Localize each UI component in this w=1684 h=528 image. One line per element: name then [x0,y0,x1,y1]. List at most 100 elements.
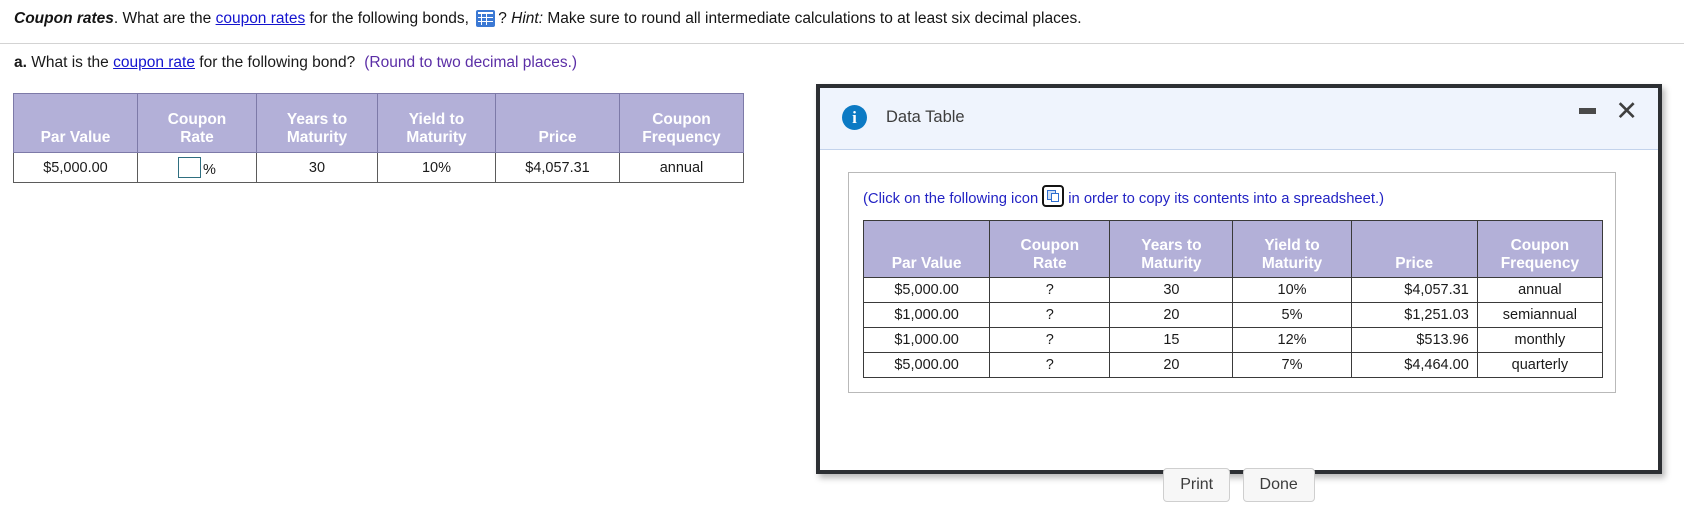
coupon-rate-input[interactable] [178,157,202,178]
header-line-1: Yield to [1264,237,1320,254]
header-line-1: Yield to [408,111,465,128]
print-button[interactable]: Print [1163,468,1231,502]
part-a-letter: a. [14,54,27,71]
question-text-1: . What are the [113,10,216,27]
header-line-2: Rate [180,129,214,146]
table-row: $5,000.00 % 30 10% $4,057.31 annual [13,152,744,183]
question-text-3: ? [498,10,512,27]
table-header-row: Par Value Coupon Rate Years to Maturity … [13,93,744,153]
spreadsheet-grid-icon[interactable] [476,10,496,27]
copy-text-before: (Click on the following icon [863,191,1039,207]
table-row: $1,000.00 ? 20 5% $1,251.03 semiannual [862,302,1604,328]
cell-price: $513.96 [1350,327,1478,353]
cell-price: $1,251.03 [1350,302,1478,328]
cell-coupon-rate-answer[interactable]: % [137,152,257,183]
info-icon: i [842,105,867,130]
header-line-2: Maturity [1141,255,1202,272]
column-header-coupon-rate: Coupon Rate [137,93,257,153]
cell-par-value: $1,000.00 [862,302,991,328]
copy-instruction: (Click on the following icon in order to … [863,185,1601,209]
minimize-icon[interactable] [1579,108,1596,114]
bonds-data-table: Par Value Coupon Rate Years to Maturity … [862,220,1604,378]
cell-years-to-maturity: 20 [1109,302,1234,328]
cell-coupon-rate: ? [989,352,1111,378]
column-header-yield-to-maturity: Yield to Maturity [1232,220,1352,278]
dialog-title: Data Table [886,108,965,126]
table-row: $1,000.00 ? 15 12% $513.96 monthly [862,327,1604,353]
column-header-coupon-frequency: Coupon Frequency [619,93,744,153]
cell-coupon-frequency: semiannual [1476,302,1604,328]
table-row: $5,000.00 ? 30 10% $4,057.31 annual [862,277,1604,303]
cell-years-to-maturity: 15 [1109,327,1234,353]
cell-par-value: $5,000.00 [862,277,991,303]
cell-price: $4,057.31 [1350,277,1478,303]
header-line-1: Coupon [1510,237,1570,254]
copy-text-after: in order to copy its contents into a spr… [1068,191,1385,207]
header-line-2: Par Value [40,129,111,146]
coupon-rate-link[interactable]: coupon rate [113,54,195,71]
rounding-instruction: (Round to two decimal places.) [364,54,578,71]
cell-coupon-frequency: annual [619,152,744,183]
header-line-2: Frequency [642,129,721,146]
column-header-years-to-maturity: Years to Maturity [1109,220,1234,278]
header-line-1: Coupon [1020,237,1080,254]
cell-yield-to-maturity: 7% [1232,352,1352,378]
part-a-text-1: What is the [26,54,114,71]
header-line-2: Rate [1032,255,1067,272]
part-a-prompt: a. What is the coupon rate for the follo… [14,52,577,74]
close-icon[interactable]: ✕ [1615,98,1638,125]
column-header-coupon-frequency: Coupon Frequency [1476,220,1604,278]
cell-price: $4,057.31 [495,152,620,183]
column-header-price: Price [495,93,620,153]
header-line-1: Coupon [652,111,711,128]
cell-yield-to-maturity: 10% [377,152,496,183]
cell-coupon-frequency: quarterly [1476,352,1604,378]
question-prompt: Coupon rates. What are the coupon rates … [14,8,1082,30]
dialog-footer: Print Done [820,468,1658,502]
cell-par-value: $1,000.00 [862,327,991,353]
percent-sign: % [203,162,216,178]
cell-coupon-frequency: monthly [1476,327,1604,353]
question-title: Coupon rates [14,10,114,27]
cell-yield-to-maturity: 5% [1232,302,1352,328]
cell-coupon-rate: ? [989,327,1111,353]
header-line-2: Price [1395,255,1434,272]
header-line-1: Coupon [167,111,227,128]
data-table-dialog: i Data Table ✕ (Click on the following i… [816,84,1662,502]
cell-coupon-rate: ? [989,277,1111,303]
cell-yield-to-maturity: 12% [1232,327,1352,353]
done-button[interactable]: Done [1242,468,1315,502]
coupon-rates-link[interactable]: coupon rates [216,10,306,27]
cell-coupon-frequency: annual [1476,277,1604,303]
table-row: $5,000.00 ? 20 7% $4,464.00 quarterly [862,352,1604,378]
data-table-panel: (Click on the following icon in order to … [848,172,1616,393]
dialog-titlebar: i Data Table ✕ [820,88,1658,150]
header-divider [0,43,1684,44]
header-line-2: Maturity [1261,255,1323,272]
question-text-4: Make sure to round all intermediate calc… [543,10,1082,27]
cell-yield-to-maturity: 10% [1232,277,1352,303]
header-line-2: Maturity [406,129,467,146]
part-a-text-2: for the following bond? [194,54,356,71]
answer-table: Par Value Coupon Rate Years to Maturity … [13,93,744,183]
cell-par-value: $5,000.00 [862,352,991,378]
cell-years-to-maturity: 20 [1109,352,1234,378]
copy-to-spreadsheet-icon[interactable] [1042,185,1065,207]
cell-par-value: $5,000.00 [13,152,138,183]
header-line-2: Par Value [891,255,962,272]
column-header-par-value: Par Value [862,220,991,278]
cell-price: $4,464.00 [1350,352,1478,378]
column-header-par-value: Par Value [13,93,138,153]
cell-years-to-maturity: 30 [1109,277,1234,303]
header-line-1: Years to [1141,237,1202,254]
hint-label: Hint: [511,10,544,27]
header-line-1: Years to [286,111,348,128]
cell-coupon-rate: ? [989,302,1111,328]
column-header-coupon-rate: Coupon Rate [989,220,1111,278]
header-line-2: Frequency [1500,255,1580,272]
column-header-yield-to-maturity: Yield to Maturity [377,93,496,153]
cell-years-to-maturity: 30 [256,152,378,183]
header-line-2: Price [538,129,577,146]
column-header-price: Price [1350,220,1478,278]
question-text-2: for the following bonds, [305,10,474,27]
